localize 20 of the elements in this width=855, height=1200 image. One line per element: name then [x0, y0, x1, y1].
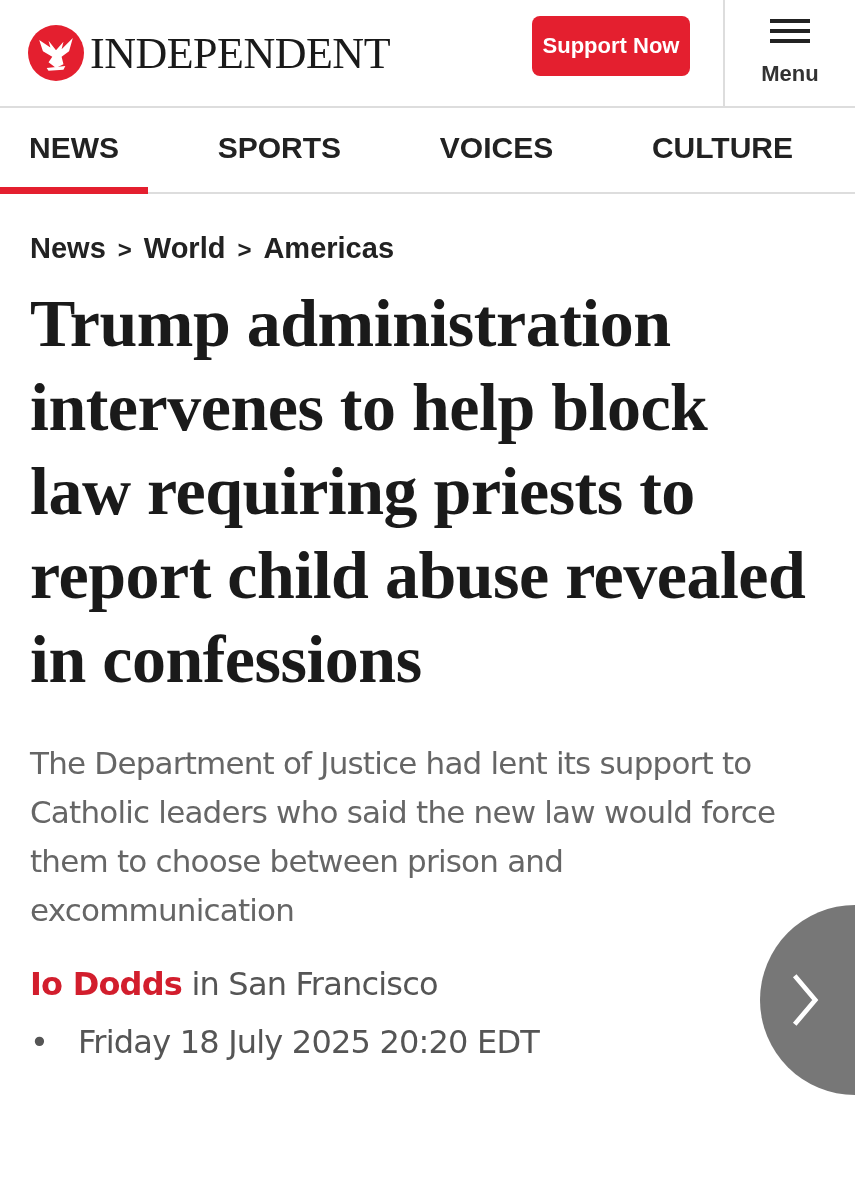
bullet: • [30, 1023, 49, 1061]
nav-tab[interactable]: NEWS [0, 108, 148, 194]
eagle-logo-icon [28, 25, 84, 81]
support-button[interactable]: Support Now [532, 16, 690, 76]
breadcrumb-link[interactable]: Americas [263, 232, 394, 265]
nav-tab[interactable]: SPORTS [188, 108, 371, 194]
chevron-right-icon [790, 972, 820, 1028]
author-link[interactable]: Io Dodds [30, 965, 183, 1003]
nav-tab[interactable]: CULTURE [622, 108, 822, 194]
menu-button[interactable]: Menu [723, 0, 855, 106]
breadcrumb-separator: > [237, 236, 252, 264]
publish-date: Friday 18 July 2025 20:20 EDT [78, 1023, 540, 1061]
standfirst: The Department of Justice had lent its support to Catholic leaders who said the new law would force them to choose between prison and excommunication [30, 744, 777, 930]
breadcrumb-link[interactable]: World [143, 232, 226, 265]
nav-tab[interactable]: VOICES [410, 108, 583, 194]
logo-wordmark[interactable]: INDEPENDENT [90, 27, 390, 79]
breadcrumb-separator: > [117, 236, 132, 264]
menu-icon [770, 19, 810, 43]
breadcrumb-link[interactable]: News [30, 232, 106, 265]
headline: Trump administration intervenes to help block law requiring priests to report child abuse revealed in confessions [30, 284, 807, 699]
